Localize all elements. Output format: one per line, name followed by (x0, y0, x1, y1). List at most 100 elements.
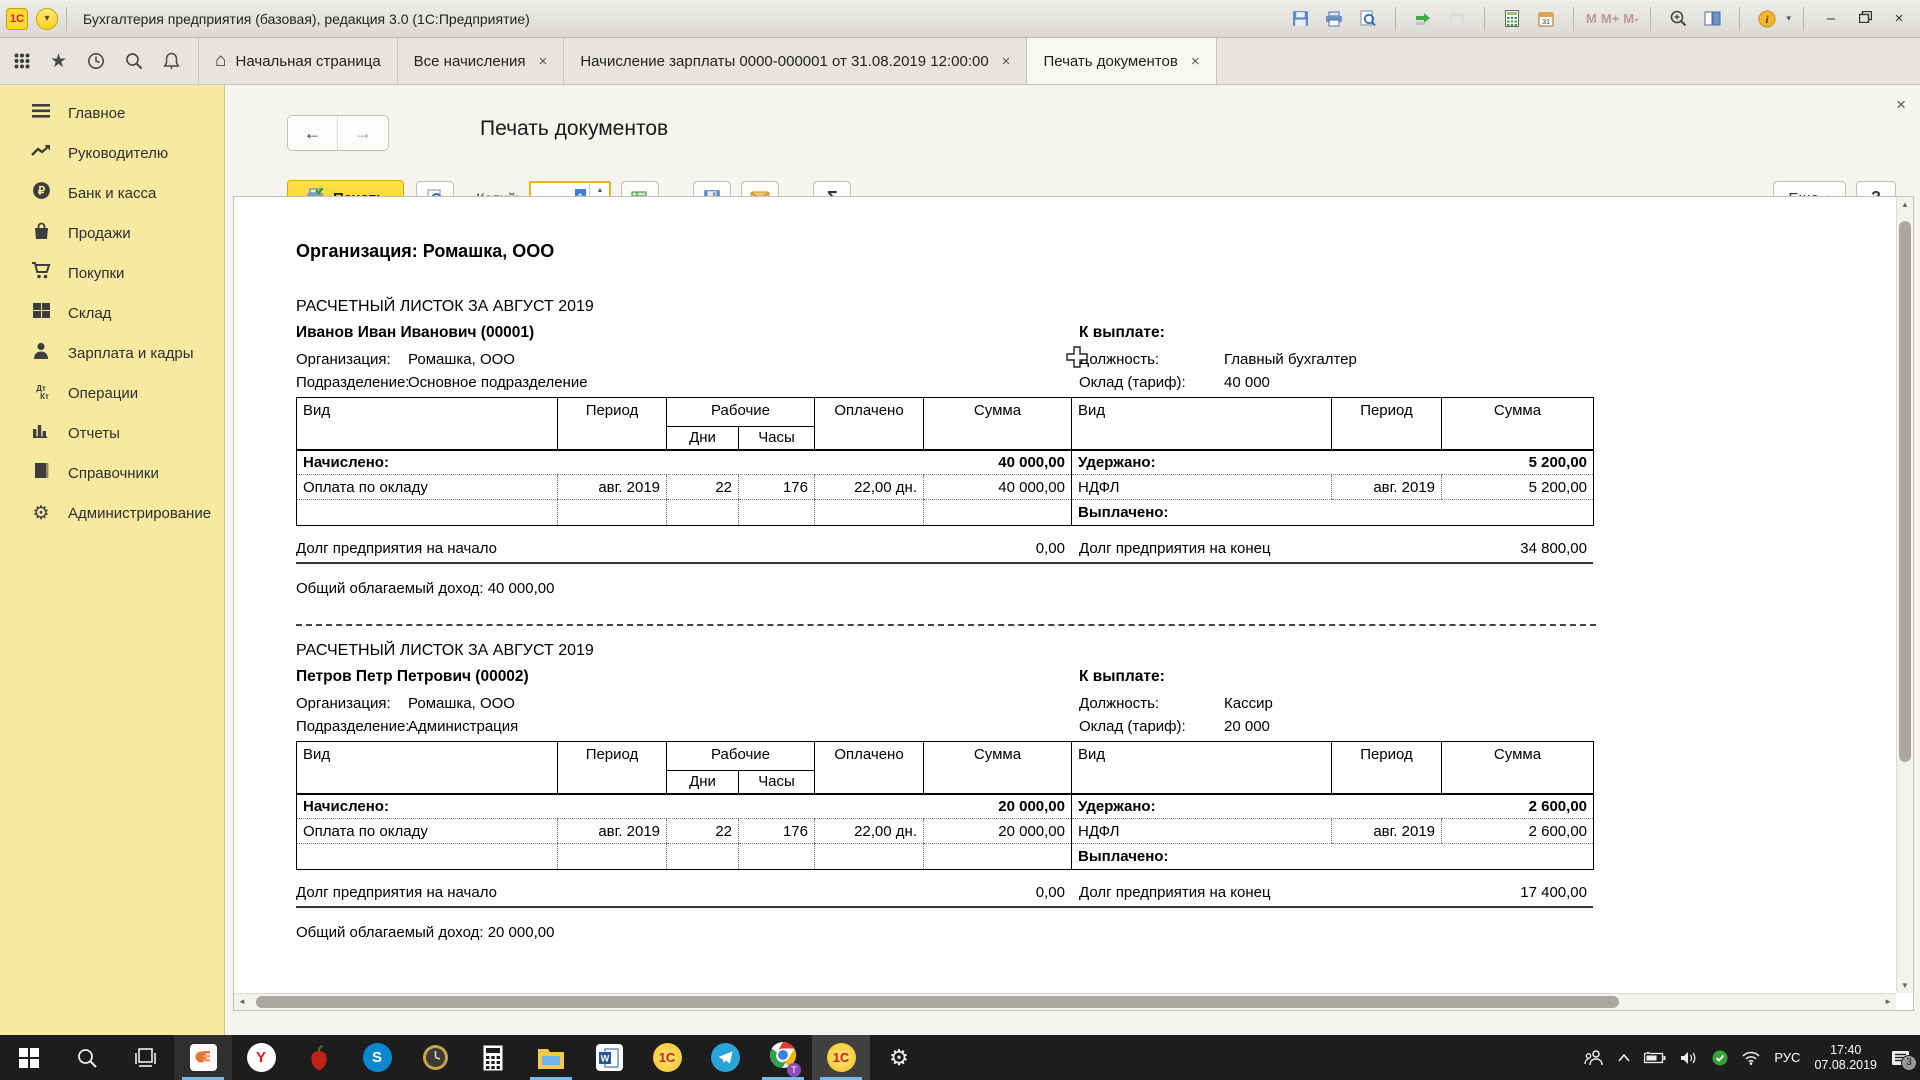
sidebar-item-administration[interactable]: ⚙ Администрирование (0, 493, 224, 533)
preview-icon[interactable] (1353, 6, 1383, 32)
chrome-icon[interactable]: T (754, 1035, 812, 1080)
1c-active-icon[interactable]: 1С (812, 1035, 870, 1080)
ruble-icon: ₽ (30, 181, 52, 205)
calculator-icon[interactable] (1497, 6, 1527, 32)
tab-close-icon[interactable]: × (539, 53, 548, 70)
1c-app-icon[interactable]: 1С (638, 1035, 696, 1080)
wifi-icon[interactable] (1742, 1051, 1760, 1065)
speaker-icon[interactable] (1680, 1051, 1698, 1065)
split-view-icon[interactable] (1697, 6, 1727, 32)
bell-icon[interactable] (163, 52, 180, 70)
sidebar-item-warehouse[interactable]: Склад (0, 293, 224, 333)
close-button[interactable]: × (1884, 10, 1914, 27)
clock-app-icon[interactable] (406, 1035, 464, 1080)
explorer-icon[interactable] (522, 1035, 580, 1080)
spreadsheet-document[interactable]: Организация: Ромашка, ООО РАСЧЕТНЫЙ ЛИСТ… (233, 196, 1914, 1011)
skype-icon[interactable]: S (348, 1035, 406, 1080)
export-icon[interactable] (1408, 6, 1438, 32)
apple-app-icon[interactable] (290, 1035, 348, 1080)
tab-payroll-document[interactable]: Начисление зарплаты 0000-000001 от 31.08… (564, 38, 1027, 84)
forward-button[interactable]: → (338, 116, 388, 150)
person-icon (30, 342, 52, 364)
payslip-table: Вид Период Рабочие Оплачено Сумма Вид Пе… (296, 397, 1594, 526)
menu-icon (30, 104, 52, 123)
restore-button[interactable] (1850, 10, 1880, 27)
apps-grid-icon[interactable] (14, 53, 30, 69)
info-icon[interactable]: i (1752, 6, 1782, 32)
tab-label: Начисление зарплаты 0000-000001 от 31.08… (580, 53, 988, 70)
tray-date: 07.08.2019 (1814, 1058, 1877, 1073)
trend-icon (30, 144, 52, 162)
people-icon[interactable] (1584, 1050, 1604, 1066)
language-indicator[interactable]: РУС (1774, 1050, 1800, 1065)
tab-close-icon[interactable]: × (1002, 53, 1011, 70)
clock[interactable]: 17:40 07.08.2019 (1814, 1043, 1877, 1073)
battery-icon[interactable] (1644, 1052, 1666, 1064)
sidebar-item-salary-hr[interactable]: Зарплата и кадры (0, 333, 224, 373)
chart-icon (30, 423, 52, 443)
page-title: Печать документов (480, 117, 668, 141)
payslip-table: Вид Период Рабочие Оплачено Сумма Вид Пе… (296, 741, 1594, 870)
sidebar-item-purchases[interactable]: Покупки (0, 253, 224, 293)
svg-text:31: 31 (1542, 19, 1550, 26)
payslip-separator (296, 624, 1596, 626)
report-org-header: Организация: Ромашка, ООО (296, 241, 1896, 262)
taskbar-search-icon[interactable] (58, 1035, 116, 1080)
to-pay-label: К выплате: (1079, 668, 1589, 686)
memory-mplus-button[interactable]: M+ (1601, 11, 1619, 26)
form-close-icon[interactable]: × (1896, 95, 1906, 115)
sidebar-item-operations[interactable]: ДтКт Операции (0, 373, 224, 413)
chevron-up-icon[interactable] (1618, 1054, 1630, 1062)
back-button[interactable]: ← (288, 116, 338, 150)
system-tray: РУС 17:40 07.08.2019 3 (1584, 1035, 1920, 1080)
tab-label: Все начисления (414, 53, 526, 70)
memory-mminus-button[interactable]: M- (1623, 11, 1638, 26)
scroll-up-icon[interactable]: ▲ (1897, 200, 1913, 209)
sidebar-item-sales[interactable]: Продажи (0, 213, 224, 253)
main-menu-dropdown[interactable]: ▾ (36, 8, 58, 30)
sidebar-item-reports[interactable]: Отчеты (0, 413, 224, 453)
yandex-icon[interactable]: Y (232, 1035, 290, 1080)
search-icon[interactable] (125, 52, 143, 70)
memory-m-button[interactable]: M (1586, 11, 1597, 26)
start-button[interactable] (0, 1035, 58, 1080)
taskbar-gear-icon[interactable]: ⚙ (870, 1035, 928, 1080)
payslip-petrov: РАСЧЕТНЫЙ ЛИСТОК ЗА АВГУСТ 2019 Петров П… (296, 642, 1896, 944)
tab-all-accruals[interactable]: Все начисления × (398, 38, 565, 84)
zoom-in-icon[interactable] (1663, 6, 1693, 32)
divider (66, 7, 67, 31)
horizontal-scrollbar[interactable]: ◄ ► (234, 993, 1896, 1010)
shield-icon[interactable] (1712, 1050, 1728, 1066)
word-icon[interactable]: W (580, 1035, 638, 1080)
minimize-button[interactable]: – (1816, 10, 1846, 27)
history-icon[interactable] (87, 52, 105, 70)
sidebar-item-directories[interactable]: Справочники (0, 453, 224, 493)
save-icon[interactable] (1285, 6, 1315, 32)
tab-close-icon[interactable]: × (1191, 53, 1200, 70)
vertical-scroll-thumb[interactable] (1899, 221, 1911, 762)
to-pay-label: К выплате: (1079, 324, 1589, 342)
tab-home[interactable]: ⌂ Начальная страница (199, 38, 398, 84)
sidebar-item-main[interactable]: Главное (0, 93, 224, 133)
sidebar-item-bank-cash[interactable]: ₽ Банк и касса (0, 173, 224, 213)
scroll-right-icon[interactable]: ► (1884, 997, 1892, 1006)
task-view-icon[interactable] (116, 1035, 174, 1080)
info-caret-icon[interactable]: ▾ (1786, 13, 1791, 24)
calendar-icon[interactable]: 31 (1531, 6, 1561, 32)
title-bar: 1С ▾ Бухгалтерия предприятия (базовая), … (0, 0, 1920, 38)
horizontal-scroll-thumb[interactable] (256, 996, 1619, 1008)
tray-time: 17:40 (1814, 1043, 1877, 1058)
notification-icon[interactable]: 3 (1891, 1050, 1910, 1066)
powerpoint-icon[interactable] (174, 1035, 232, 1080)
scroll-down-icon[interactable]: ▼ (1897, 981, 1913, 990)
star-icon[interactable]: ★ (50, 50, 67, 73)
taxable-income: Общий облагаемый доход: 20 000,00 (296, 922, 1896, 944)
telegram-icon[interactable] (696, 1035, 754, 1080)
calculator-app-icon[interactable] (464, 1035, 522, 1080)
scroll-left-icon[interactable]: ◄ (238, 997, 246, 1006)
vertical-scrollbar[interactable]: ▲ ▼ (1896, 197, 1913, 993)
sidebar-item-manager[interactable]: Руководителю (0, 133, 224, 173)
tab-label: Печать документов (1043, 53, 1177, 70)
print-icon[interactable] (1319, 6, 1349, 32)
tab-print-documents[interactable]: Печать документов × (1027, 38, 1216, 84)
